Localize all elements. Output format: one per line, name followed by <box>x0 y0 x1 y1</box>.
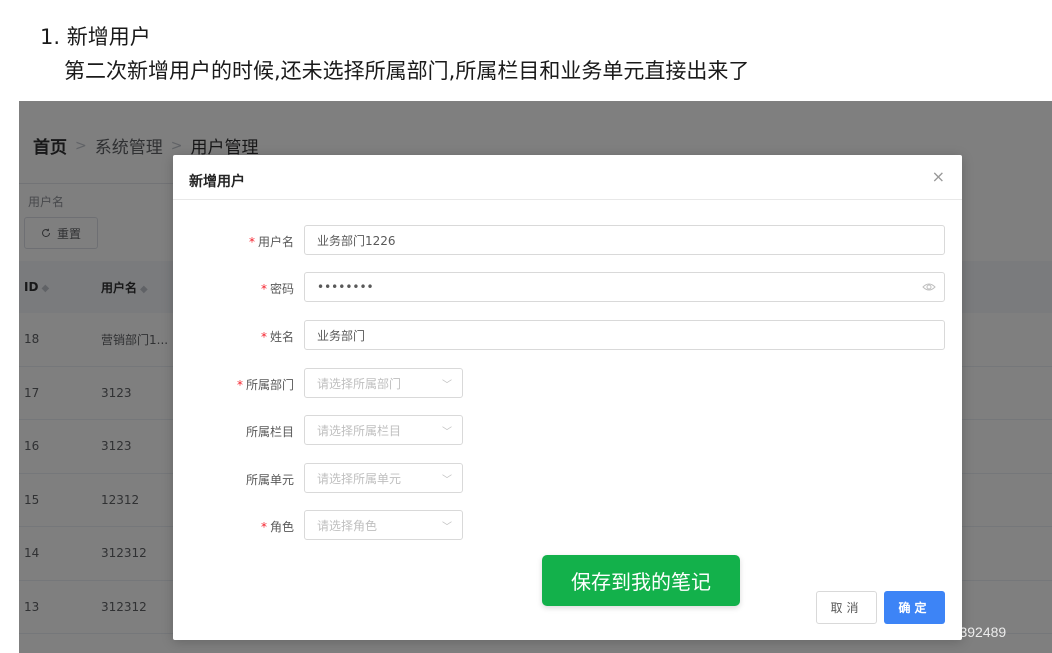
form-row-unit: 所属单元 请选择所属单元 ﹀ <box>173 463 962 493</box>
department-placeholder: 请选择所属部门 <box>317 376 402 391</box>
password-value: •••••••• <box>317 280 374 294</box>
required-mark: * <box>236 378 243 392</box>
unit-select[interactable]: 请选择所属单元 ﹀ <box>304 463 463 493</box>
department-label: 所属部门 <box>245 378 294 392</box>
form-row-column: 所属栏目 请选择所属栏目 ﹀ <box>173 415 962 445</box>
dialog-title: 新增用户 <box>189 174 245 190</box>
dialog-header: 新增用户 × <box>173 155 962 200</box>
password-input[interactable]: •••••••• <box>304 272 945 302</box>
cancel-button[interactable]: 取消 <box>816 591 877 624</box>
required-mark: * <box>260 330 267 344</box>
column-select[interactable]: 请选择所属栏目 ﹀ <box>304 415 463 445</box>
unit-label: 所属单元 <box>245 473 294 487</box>
column-placeholder: 请选择所属栏目 <box>317 423 402 438</box>
form-row-password: * 密码 •••••••• <box>173 272 962 302</box>
chevron-down-icon: ﹀ <box>442 522 452 533</box>
required-mark: * <box>260 282 267 296</box>
chevron-down-icon: ﹀ <box>442 380 452 391</box>
form-row-realname: * 姓名 业务部门 <box>173 320 962 350</box>
unit-placeholder: 请选择所属单元 <box>317 471 402 486</box>
username-label: 用户名 <box>257 235 294 249</box>
eye-icon[interactable] <box>922 280 936 294</box>
role-label: 角色 <box>269 520 294 534</box>
save-to-notes-button[interactable]: 保存到我的笔记 <box>542 555 740 606</box>
form-row-department: * 所属部门 请选择所属部门 ﹀ <box>173 368 962 398</box>
column-label: 所属栏目 <box>245 425 294 439</box>
username-input[interactable]: 业务部门1226 <box>304 225 945 255</box>
chevron-down-icon: ﹀ <box>442 427 452 438</box>
note-line-2: 第二次新增用户的时候,还未选择所属部门,所属栏目和业务单元直接出来了 <box>64 59 750 83</box>
form-row-role: * 角色 请选择角色 ﹀ <box>173 510 962 540</box>
required-mark: * <box>260 520 267 534</box>
watermark: https://blog.csdn.net/weixin_43392489 <box>768 624 1007 640</box>
role-select[interactable]: 请选择角色 ﹀ <box>304 510 463 540</box>
chevron-down-icon: ﹀ <box>442 475 452 486</box>
realname-input[interactable]: 业务部门 <box>304 320 945 350</box>
note-line-1: 1. 新增用户 <box>40 25 151 49</box>
form-row-username: * 用户名 业务部门1226 <box>173 225 962 255</box>
confirm-button[interactable]: 确定 <box>884 591 945 624</box>
required-mark: * <box>248 235 255 249</box>
password-label: 密码 <box>269 282 294 296</box>
realname-label: 姓名 <box>269 330 294 344</box>
department-select[interactable]: 请选择所属部门 ﹀ <box>304 368 463 398</box>
note-text: 1. 新增用户 第二次新增用户的时候,还未选择所属部门,所属栏目和业务单元直接出… <box>40 20 749 88</box>
role-placeholder: 请选择角色 <box>317 518 378 533</box>
close-icon[interactable]: × <box>932 167 945 186</box>
